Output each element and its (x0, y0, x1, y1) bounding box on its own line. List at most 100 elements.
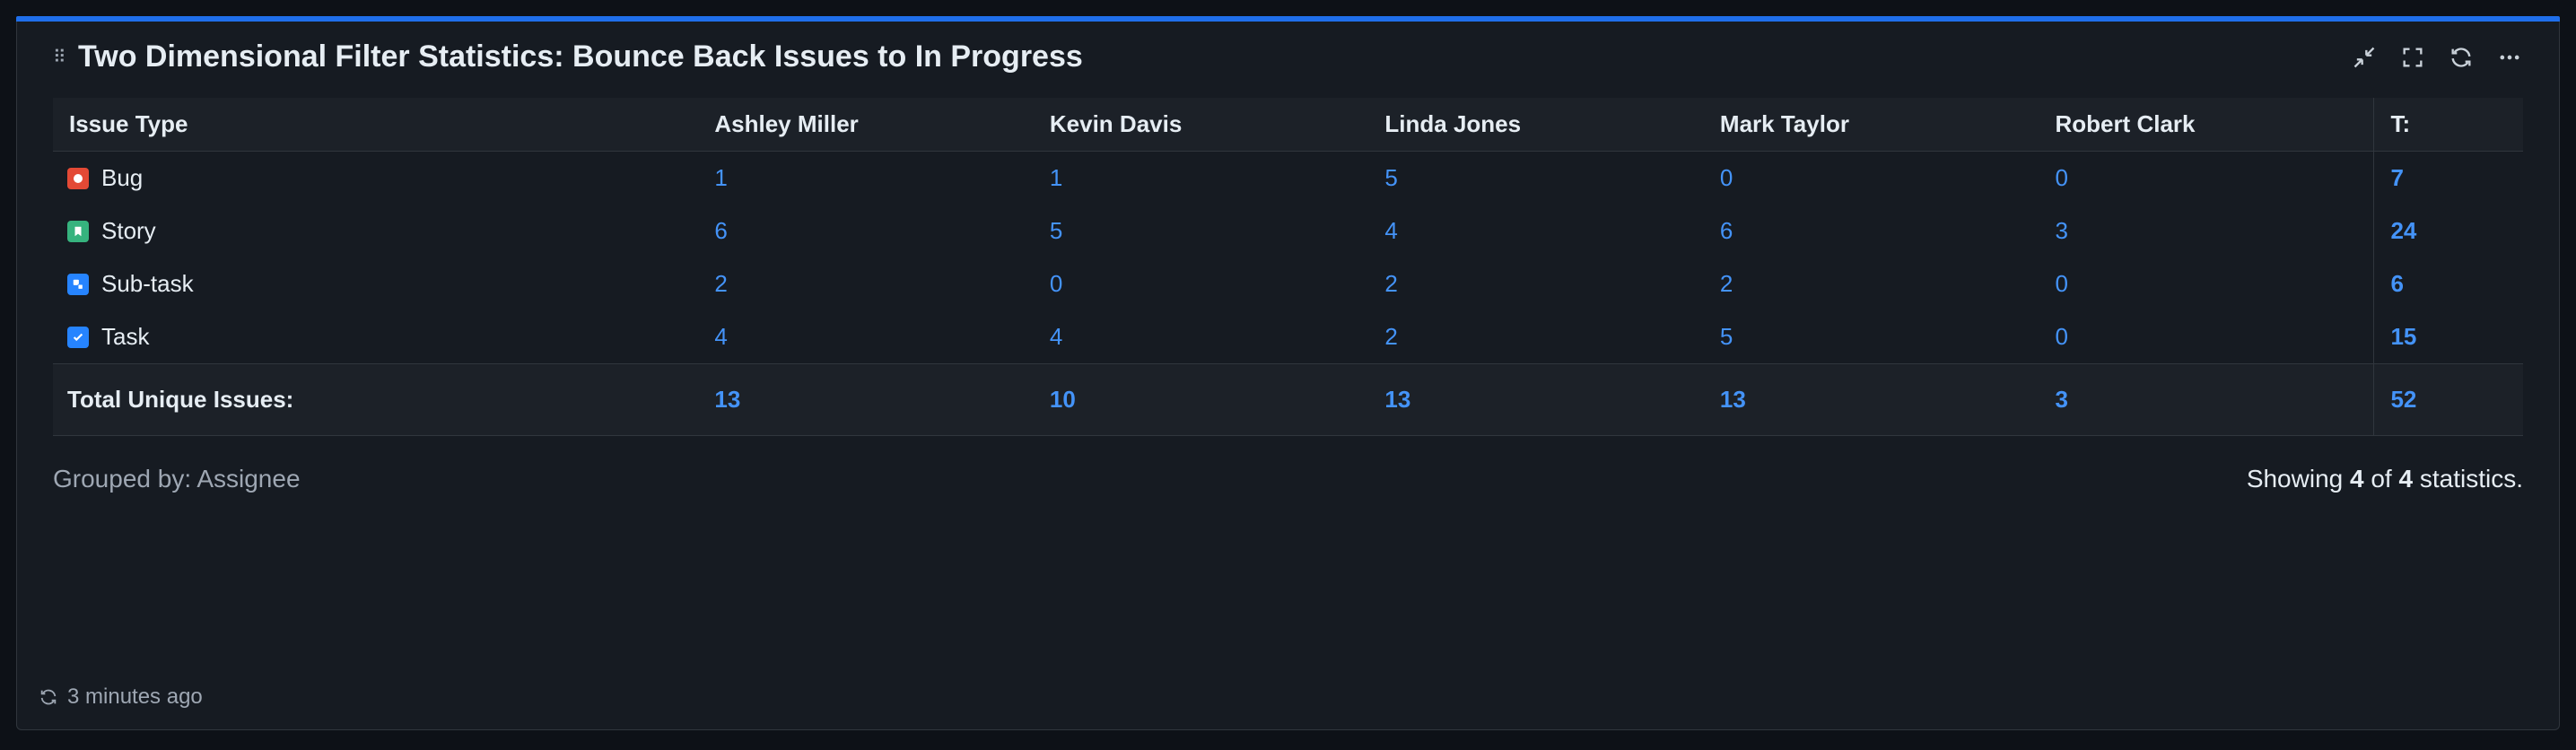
bug-icon (67, 168, 89, 189)
expand-button[interactable] (2399, 44, 2426, 71)
showing-pre: Showing (2247, 465, 2350, 493)
row-total-cell: 15 (2374, 310, 2523, 364)
stat-link[interactable]: 2 (1720, 270, 1733, 297)
table-row: Sub-task 2 0 2 2 0 6 (53, 257, 2523, 310)
stat-link[interactable]: 2 (1384, 270, 1397, 297)
footer-info: Grouped by: Assignee Showing 4 of 4 stat… (53, 465, 2523, 493)
column-total-cell: 10 (1034, 364, 1369, 436)
column-total-cell: 13 (698, 364, 1034, 436)
more-horizontal-icon (2497, 45, 2522, 70)
issue-type-cell: Story (53, 205, 698, 257)
stat-link[interactable]: 3 (2055, 217, 2067, 244)
header-total: T: (2374, 98, 2523, 152)
stat-cell: 4 (1034, 310, 1369, 364)
stat-cell: 3 (2039, 205, 2374, 257)
stat-cell: 5 (1034, 205, 1369, 257)
stat-cell: 2 (1368, 257, 1704, 310)
header-assignee[interactable]: Linda Jones (1368, 98, 1704, 152)
refresh-button[interactable] (2448, 44, 2475, 71)
stat-link[interactable]: 6 (714, 217, 727, 244)
stat-link[interactable]: 2 (1384, 323, 1397, 350)
stat-link[interactable]: 3 (2055, 386, 2067, 413)
table-body: Bug115007Story6546324Sub-task202206Task4… (53, 152, 2523, 436)
stat-cell: 0 (1704, 152, 2039, 205)
stat-link[interactable]: 24 (2390, 217, 2416, 244)
header-assignee[interactable]: Kevin Davis (1034, 98, 1369, 152)
grand-total-cell: 52 (2374, 364, 2523, 436)
more-button[interactable] (2496, 44, 2523, 71)
stat-link[interactable]: 5 (1720, 323, 1733, 350)
showing-post: statistics. (2413, 465, 2523, 493)
showing-n: 4 (2350, 465, 2364, 493)
stat-link[interactable]: 0 (2055, 164, 2067, 191)
header-assignee[interactable]: Ashley Miller (698, 98, 1034, 152)
stat-link[interactable]: 10 (1050, 386, 1076, 413)
stat-link[interactable]: 6 (1720, 217, 1733, 244)
minimize-icon (2352, 45, 2377, 70)
stat-link[interactable]: 2 (714, 270, 727, 297)
refresh-icon (2449, 45, 2474, 70)
stat-link[interactable]: 13 (714, 386, 740, 413)
drag-handle-icon[interactable]: ⠿ (53, 46, 71, 68)
header-assignee[interactable]: Robert Clark (2039, 98, 2374, 152)
stat-link[interactable]: 0 (1050, 270, 1062, 297)
issue-type-label: Sub-task (101, 270, 194, 298)
stat-cell: 6 (698, 205, 1034, 257)
column-total-cell: 3 (2039, 364, 2374, 436)
issue-type-cell: Task (53, 310, 698, 364)
story-icon (67, 221, 89, 242)
stat-cell: 6 (1704, 205, 2039, 257)
issue-type-cell: Bug (53, 152, 698, 205)
stat-link[interactable]: 52 (2390, 386, 2416, 413)
last-updated: 3 minutes ago (39, 685, 203, 710)
stat-link[interactable]: 0 (1720, 164, 1733, 191)
last-updated-text: 3 minutes ago (67, 685, 203, 710)
stat-cell: 0 (2039, 152, 2374, 205)
panel-header: ⠿ Two Dimensional Filter Statistics: Bou… (53, 39, 2523, 74)
stat-cell: 0 (2039, 310, 2374, 364)
stat-cell: 2 (1368, 310, 1704, 364)
stat-cell: 2 (1704, 257, 2039, 310)
stat-link[interactable]: 0 (2055, 323, 2067, 350)
header-assignee[interactable]: Mark Taylor (1704, 98, 2039, 152)
issue-type-cell: Sub-task (53, 257, 698, 310)
stat-cell: 5 (1368, 152, 1704, 205)
column-total-cell: 13 (1368, 364, 1704, 436)
showing-mid: of (2364, 465, 2399, 493)
stat-link[interactable]: 6 (2390, 270, 2403, 297)
stat-cell: 0 (1034, 257, 1369, 310)
stat-link[interactable]: 4 (1384, 217, 1397, 244)
panel-title: Two Dimensional Filter Statistics: Bounc… (78, 39, 2351, 74)
stat-link[interactable]: 7 (2390, 164, 2403, 191)
stat-link[interactable]: 4 (1050, 323, 1062, 350)
minimize-button[interactable] (2351, 44, 2378, 71)
row-total-cell: 7 (2374, 152, 2523, 205)
totals-label: Total Unique Issues: (53, 364, 698, 436)
stats-table: Issue Type Ashley Miller Kevin Davis Lin… (53, 98, 2523, 436)
table-header: Issue Type Ashley Miller Kevin Davis Lin… (53, 98, 2523, 152)
stat-link[interactable]: 15 (2390, 323, 2416, 350)
issue-type-label: Story (101, 217, 156, 245)
stat-cell: 2 (698, 257, 1034, 310)
stat-cell: 0 (2039, 257, 2374, 310)
expand-icon (2400, 45, 2425, 70)
stat-link[interactable]: 0 (2055, 270, 2067, 297)
showing-count: Showing 4 of 4 statistics. (2247, 465, 2523, 493)
header-issue-type: Issue Type (53, 98, 698, 152)
stat-link[interactable]: 5 (1384, 164, 1397, 191)
stat-cell: 5 (1704, 310, 2039, 364)
totals-row: Total Unique Issues: 13 10 13 13 3 52 (53, 364, 2523, 436)
stat-link[interactable]: 1 (714, 164, 727, 191)
refresh-icon (39, 687, 58, 707)
column-total-cell: 13 (1704, 364, 2039, 436)
stat-link[interactable]: 4 (714, 323, 727, 350)
stat-cell: 1 (698, 152, 1034, 205)
panel-actions (2351, 44, 2523, 71)
stat-link[interactable]: 1 (1050, 164, 1062, 191)
stat-link[interactable]: 5 (1050, 217, 1062, 244)
stat-link[interactable]: 13 (1384, 386, 1410, 413)
stat-cell: 4 (698, 310, 1034, 364)
stat-cell: 4 (1368, 205, 1704, 257)
stat-link[interactable]: 13 (1720, 386, 1746, 413)
table-row: Story 6 5 4 6 3 24 (53, 205, 2523, 257)
